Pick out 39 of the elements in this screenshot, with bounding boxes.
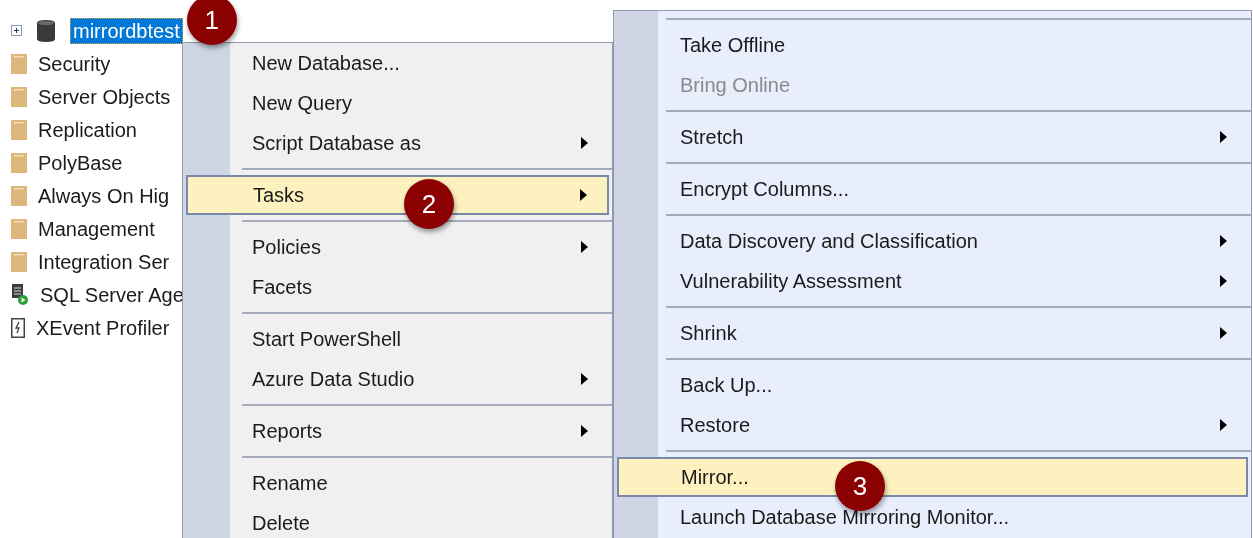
lightning-document-icon: [11, 317, 25, 338]
folder-icon: [11, 185, 27, 206]
menu-item[interactable]: Encrypt Columns...: [617, 169, 1248, 209]
tree-item[interactable]: Integration Ser: [35, 248, 173, 275]
menu-item[interactable]: Rename: [186, 463, 609, 503]
expand-icon[interactable]: [11, 25, 22, 36]
database-icon: [36, 18, 56, 43]
folder-icon: [11, 53, 27, 74]
menu-item[interactable]: Data Discovery and Classification: [617, 221, 1248, 261]
menu-item[interactable]: New Query: [186, 83, 609, 123]
menu-item[interactable]: Take Offline: [617, 25, 1248, 65]
menu-item[interactable]: Shrink: [617, 313, 1248, 353]
tree-item[interactable]: Management: [35, 215, 158, 242]
menu-item[interactable]: Script Database as: [186, 123, 609, 163]
menu-item[interactable]: Back Up...: [617, 365, 1248, 405]
folder-icon: [11, 218, 27, 239]
folder-icon: [11, 152, 27, 173]
tree-item[interactable]: XEvent Profiler: [33, 314, 173, 341]
agent-icon: [11, 283, 29, 306]
tree-item[interactable]: Always On Hig: [35, 182, 173, 209]
step-badge: 1: [186, 0, 237, 45]
menu-item[interactable]: Start PowerShell: [186, 319, 609, 359]
folder-icon: [11, 251, 27, 272]
menu-item[interactable]: Azure Data Studio: [186, 359, 609, 399]
menu-item[interactable]: New Database...: [186, 43, 609, 83]
tree-item[interactable]: Replication: [35, 116, 140, 143]
tree-item[interactable]: mirrordbtest: [70, 17, 183, 44]
menu-item[interactable]: Vulnerability Assessment: [617, 261, 1248, 301]
tree-item[interactable]: PolyBase: [35, 149, 126, 176]
tree-item[interactable]: Server Objects: [35, 83, 174, 110]
folder-icon: [11, 86, 27, 107]
menu-item[interactable]: Policies: [186, 227, 609, 267]
menu-item[interactable]: Reports: [186, 411, 609, 451]
tree-item[interactable]: Security: [35, 50, 114, 77]
menu-item[interactable]: Restore: [617, 405, 1248, 445]
folder-icon: [11, 119, 27, 140]
menu-item[interactable]: Delete: [186, 503, 609, 538]
menu-item[interactable]: Facets: [186, 267, 609, 307]
menu-item[interactable]: Stretch: [617, 117, 1248, 157]
